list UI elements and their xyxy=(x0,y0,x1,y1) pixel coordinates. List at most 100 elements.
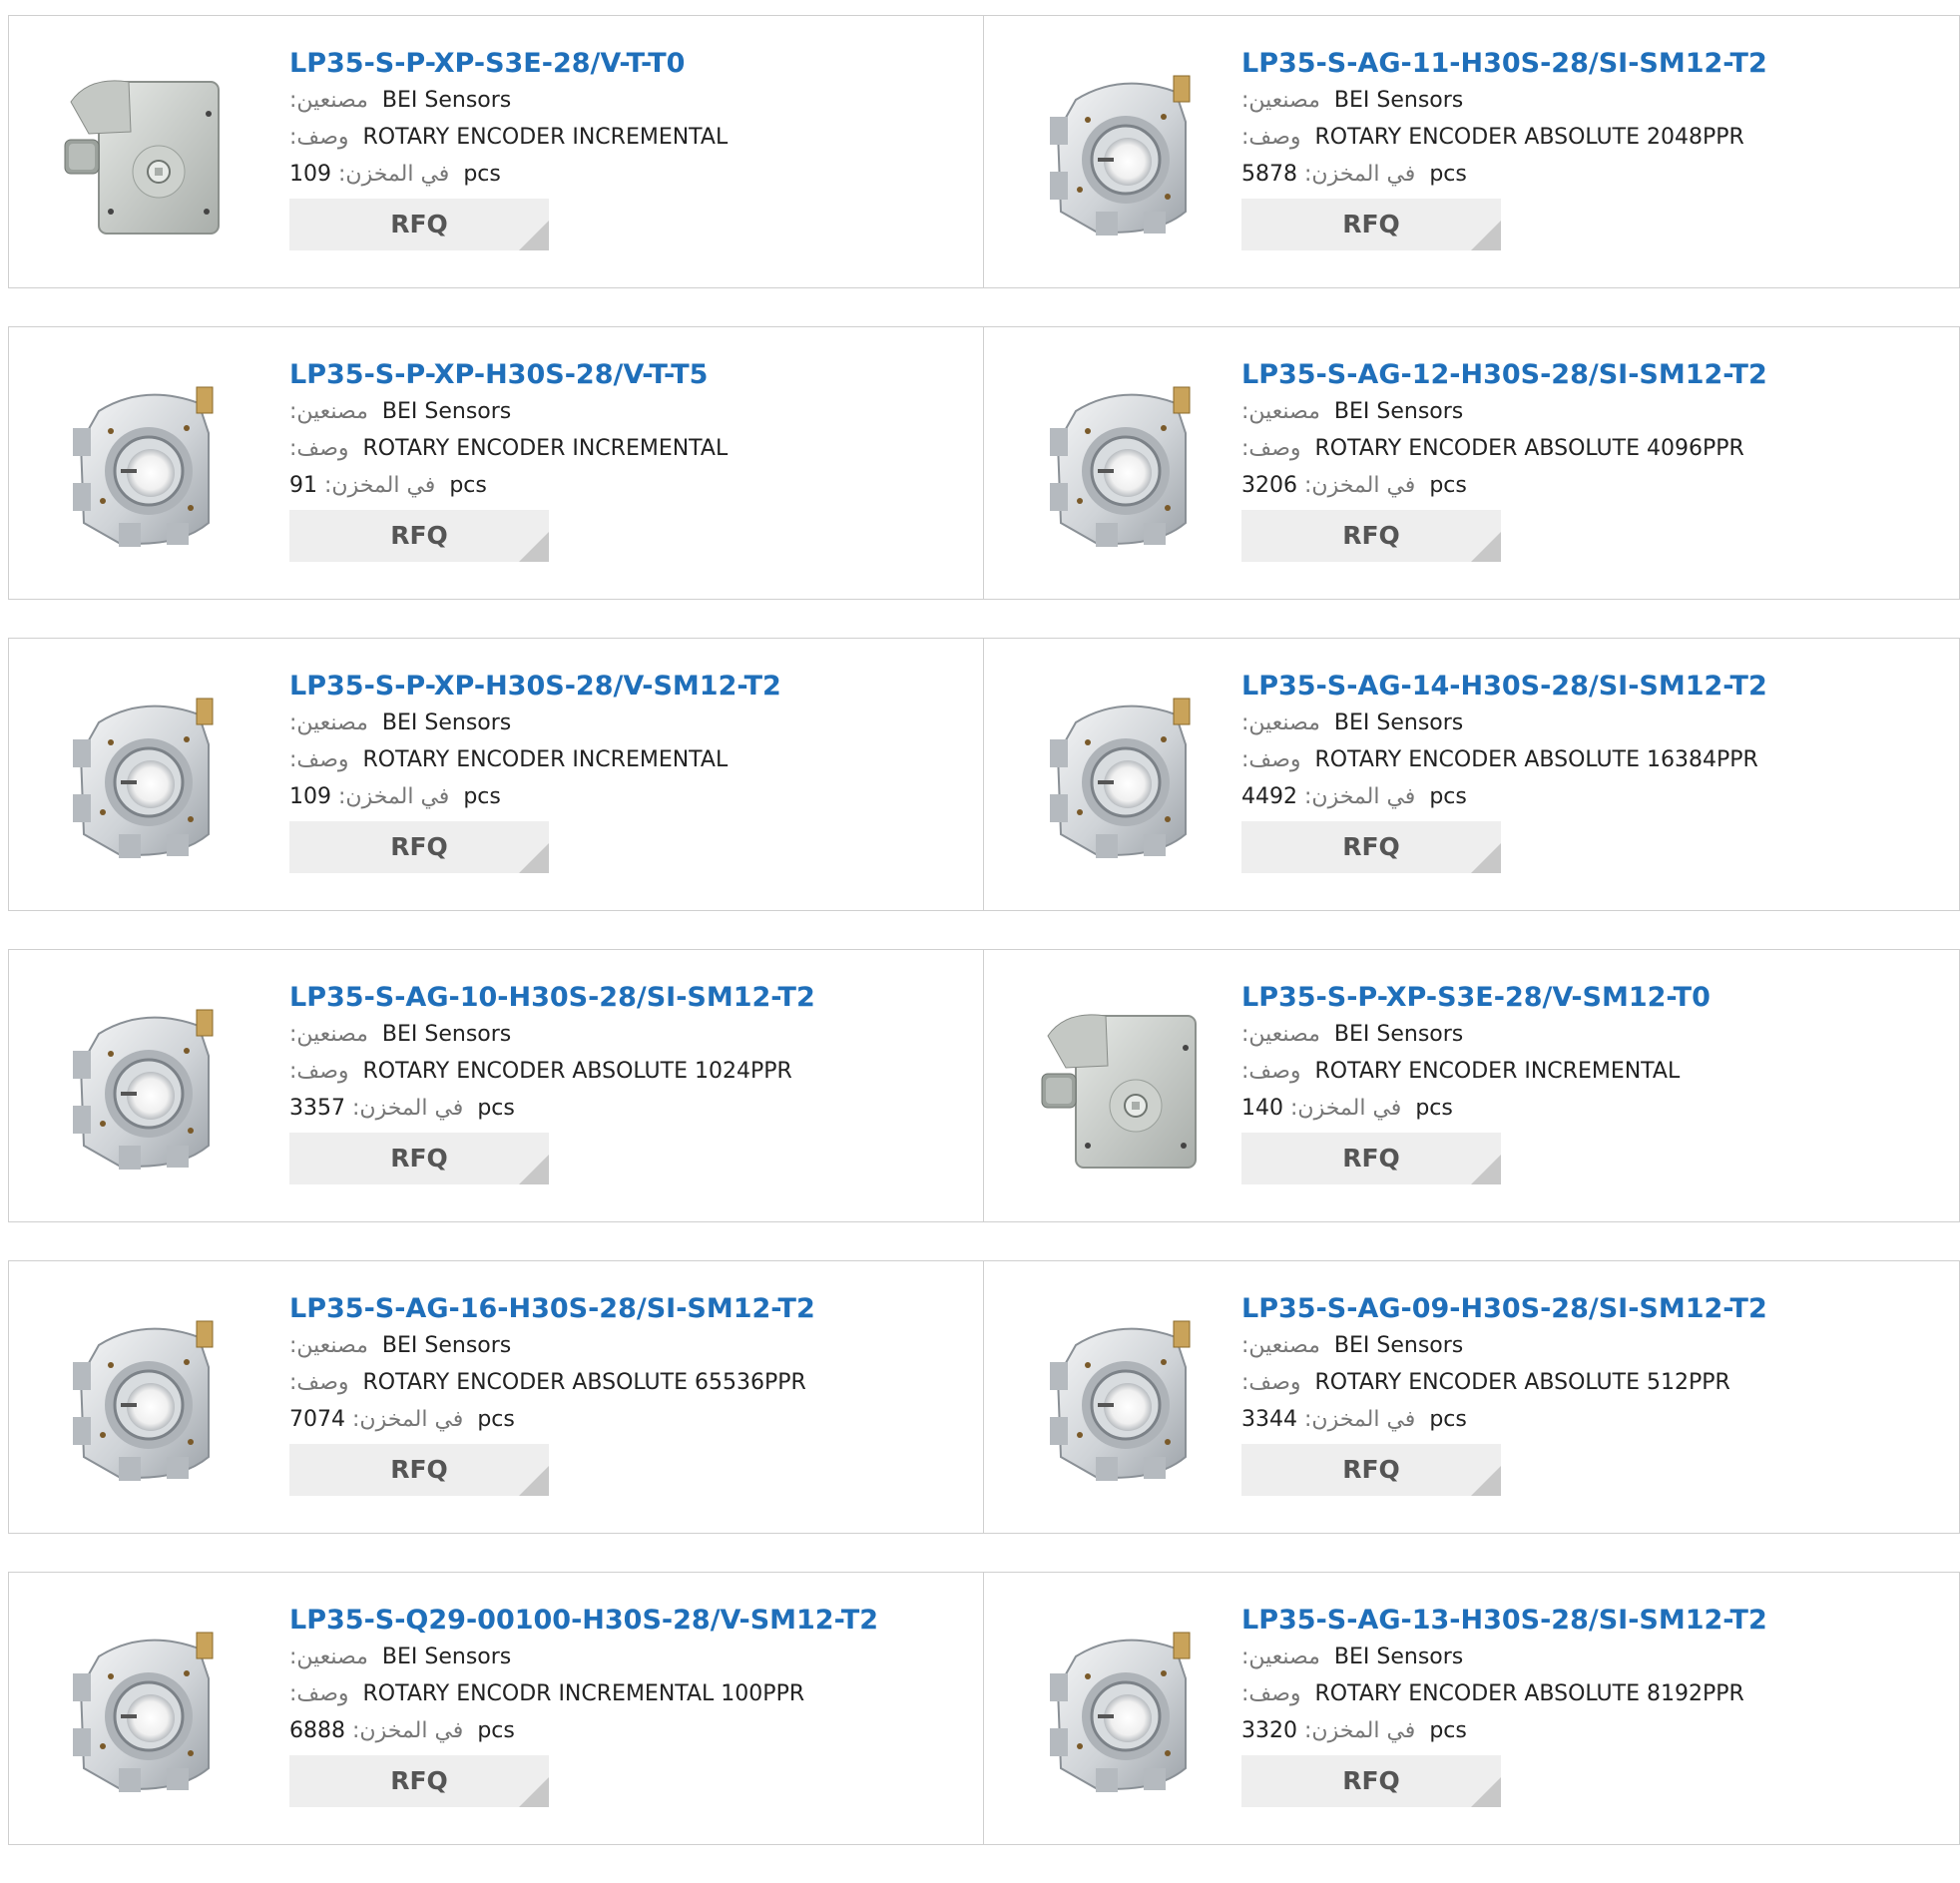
product-card: LP35-S-AG-13-H30S-28/SI-SM12-T2:مصنعين BE… xyxy=(984,1572,1960,1845)
product-title-link[interactable]: LP35-S-P-XP-S3E-28/V-SM12-T0 xyxy=(1241,980,1900,1016)
stock-label: :في المخزن xyxy=(1304,1718,1416,1743)
rfq-button[interactable]: RFQ xyxy=(289,821,549,873)
stock-value: 140 xyxy=(1241,1096,1283,1121)
hollow-shaft-encoder-icon[interactable] xyxy=(59,373,229,553)
rfq-corner-decoration xyxy=(1471,843,1501,873)
product-title-link[interactable]: LP35-S-AG-14-H30S-28/SI-SM12-T2 xyxy=(1241,669,1900,705)
rfq-button[interactable]: RFQ xyxy=(289,1133,549,1184)
stock-unit: pcs xyxy=(477,1718,515,1743)
hollow-shaft-encoder-icon[interactable] xyxy=(59,1619,229,1798)
stock-value: 109 xyxy=(289,162,331,187)
product-title-link[interactable]: LP35-S-AG-10-H30S-28/SI-SM12-T2 xyxy=(289,980,948,1016)
rfq-button[interactable]: RFQ xyxy=(289,199,549,250)
product-image[interactable] xyxy=(59,1619,229,1798)
stock-line: 5878 :في المخزن pcs xyxy=(1241,156,1900,193)
product-title-link[interactable]: LP35-S-AG-11-H30S-28/SI-SM12-T2 xyxy=(1241,46,1900,82)
product-row: LP35-S-Q29-00100-H30S-28/V-SM12-T2:مصنعي… xyxy=(8,1572,1960,1845)
manufacturer-value: BEI Sensors xyxy=(381,1645,512,1669)
box-encoder-icon[interactable] xyxy=(1036,996,1206,1176)
stock-line: 3344 :في المخزن pcs xyxy=(1241,1401,1900,1438)
product-title-link[interactable]: LP35-S-Q29-00100-H30S-28/V-SM12-T2 xyxy=(289,1603,948,1639)
manufacturer-value: BEI Sensors xyxy=(1333,399,1464,424)
description-label: :وصف xyxy=(289,1681,349,1706)
stock-value: 3320 xyxy=(1241,1718,1297,1743)
stock-unit: pcs xyxy=(1415,1096,1453,1121)
description-value: ROTARY ENCODER ABSOLUTE 2048PPR xyxy=(1314,125,1744,150)
product-image[interactable] xyxy=(1036,1619,1206,1798)
product-card: LP35-S-AG-11-H30S-28/SI-SM12-T2:مصنعين BE… xyxy=(984,15,1960,288)
description-value: ROTARY ENCODER ABSOLUTE 1024PPR xyxy=(362,1059,792,1084)
description-line: :وصف ROTARY ENCODER INCREMENTAL xyxy=(1241,1053,1900,1090)
product-info: LP35-S-P-XP-S3E-28/V-T-T0:مصنعين BEI Sens… xyxy=(289,46,948,250)
stock-unit: pcs xyxy=(477,1407,515,1432)
product-card: LP35-S-P-XP-H30S-28/V-SM12-T2:مصنعين BEI … xyxy=(8,638,984,911)
product-image[interactable] xyxy=(1036,685,1206,864)
rfq-button[interactable]: RFQ xyxy=(1241,1133,1501,1184)
manufacturer-label: :مصنعين xyxy=(1241,399,1320,424)
product-image[interactable] xyxy=(59,1307,229,1487)
product-info: LP35-S-AG-09-H30S-28/SI-SM12-T2:مصنعين BE… xyxy=(1241,1291,1900,1496)
hollow-shaft-encoder-icon[interactable] xyxy=(59,1307,229,1487)
manufacturer-value: BEI Sensors xyxy=(1333,710,1464,735)
rfq-corner-decoration xyxy=(519,1155,549,1184)
stock-line: 140 :في المخزن pcs xyxy=(1241,1090,1900,1127)
product-title-link[interactable]: LP35-S-AG-09-H30S-28/SI-SM12-T2 xyxy=(1241,1291,1900,1327)
product-image[interactable] xyxy=(59,996,229,1176)
product-card: LP35-S-AG-12-H30S-28/SI-SM12-T2 :مصنعين BE… xyxy=(984,326,1960,600)
stock-unit: pcs xyxy=(1429,473,1467,498)
stock-value: 5878 xyxy=(1241,162,1297,187)
description-label: :وصف xyxy=(289,1059,349,1084)
product-row: LP35-S-P-XP-H30S-28/V-T-T5:مصنعين BEI Sen… xyxy=(8,326,1960,600)
product-title-link[interactable]: LP35-S-P-XP-H30S-28/V-T-T5 xyxy=(289,357,948,393)
hollow-shaft-encoder-icon[interactable] xyxy=(59,996,229,1176)
rfq-label: RFQ xyxy=(390,210,448,238)
product-title-link[interactable]: LP35-S-AG-13-H30S-28/SI-SM12-T2 xyxy=(1241,1603,1900,1639)
product-image[interactable] xyxy=(1036,996,1206,1176)
rfq-button[interactable]: RFQ xyxy=(289,1444,549,1496)
product-title-link[interactable]: LP35-S-P-XP-H30S-28/V-SM12-T2 xyxy=(289,669,948,705)
description-line: :وصف ROTARY ENCODER ABSOLUTE 16384PPR xyxy=(1241,741,1900,778)
product-title-link[interactable]: LP35-S-AG-12-H30S-28/SI-SM12-T2 xyxy=(1241,357,1900,393)
stock-value: 4492 xyxy=(1241,784,1297,809)
rfq-corner-decoration xyxy=(519,843,549,873)
product-card: LP35-S-AG-16-H30S-28/SI-SM12-T2:مصنعين BE… xyxy=(8,1260,984,1534)
product-info: LP35-S-Q29-00100-H30S-28/V-SM12-T2:مصنعي… xyxy=(289,1603,948,1807)
product-title-link[interactable]: LP35-S-AG-16-H30S-28/SI-SM12-T2 xyxy=(289,1291,948,1327)
product-info: LP35-S-AG-14-H30S-28/SI-SM12-T2:مصنعين BE… xyxy=(1241,669,1900,873)
rfq-button[interactable]: RFQ xyxy=(289,510,549,562)
product-row: LP35-S-AG-10-H30S-28/SI-SM12-T2:مصنعين BE… xyxy=(8,949,1960,1222)
description-label: :وصف xyxy=(1241,1059,1301,1084)
description-value: ROTARY ENCODER ABSOLUTE 4096PPR xyxy=(1314,436,1744,461)
product-image[interactable] xyxy=(1036,1307,1206,1487)
rfq-button[interactable]: RFQ xyxy=(1241,821,1501,873)
hollow-shaft-encoder-icon[interactable] xyxy=(1036,1307,1206,1487)
manufacturer-line: :مصنعين BEI Sensors xyxy=(289,393,948,430)
product-image[interactable] xyxy=(59,685,229,864)
product-image[interactable] xyxy=(1036,373,1206,553)
rfq-button[interactable]: RFQ xyxy=(1241,1444,1501,1496)
hollow-shaft-encoder-icon[interactable] xyxy=(1036,373,1206,553)
product-card: LP35-S-AG-09-H30S-28/SI-SM12-T2:مصنعين BE… xyxy=(984,1260,1960,1534)
description-line: :وصف ROTARY ENCODER ABSOLUTE 512PPR xyxy=(1241,1364,1900,1401)
description-value: ROTARY ENCODER ABSOLUTE 512PPR xyxy=(1314,1370,1730,1395)
rfq-button[interactable]: RFQ xyxy=(1241,199,1501,250)
hollow-shaft-encoder-icon[interactable] xyxy=(1036,685,1206,864)
stock-value: 3357 xyxy=(289,1096,345,1121)
hollow-shaft-encoder-icon[interactable] xyxy=(1036,1619,1206,1798)
description-line: :وصف ROTARY ENCODER INCREMENTAL xyxy=(289,741,948,778)
rfq-button[interactable]: RFQ xyxy=(289,1755,549,1807)
description-line: :وصف ROTARY ENCODER ABSOLUTE 1024PPR xyxy=(289,1053,948,1090)
rfq-button[interactable]: RFQ xyxy=(1241,1755,1501,1807)
product-row: LP35-S-AG-16-H30S-28/SI-SM12-T2:مصنعين BE… xyxy=(8,1260,1960,1534)
product-image[interactable] xyxy=(59,62,229,241)
box-encoder-icon[interactable] xyxy=(59,62,229,241)
description-label: :وصف xyxy=(1241,1681,1301,1706)
rfq-button[interactable]: RFQ xyxy=(1241,510,1501,562)
product-image[interactable] xyxy=(59,373,229,553)
hollow-shaft-encoder-icon[interactable] xyxy=(1036,62,1206,241)
product-title-link[interactable]: LP35-S-P-XP-S3E-28/V-T-T0 xyxy=(289,46,948,82)
product-image[interactable] xyxy=(1036,62,1206,241)
manufacturer-label: :مصنعين xyxy=(289,1022,368,1047)
description-value: ROTARY ENCODER ABSOLUTE 65536PPR xyxy=(362,1370,806,1395)
hollow-shaft-encoder-icon[interactable] xyxy=(59,685,229,864)
